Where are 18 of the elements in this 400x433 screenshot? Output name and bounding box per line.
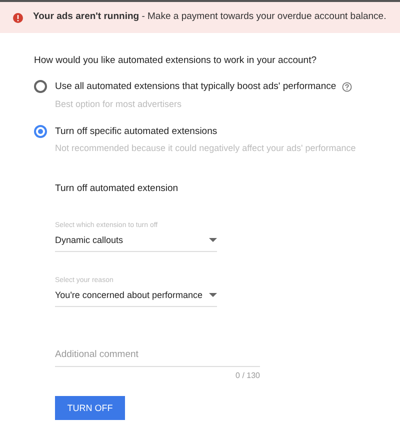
radio-button[interactable]	[34, 125, 47, 138]
turn-off-button[interactable]: TURN OFF	[55, 396, 125, 420]
help-icon[interactable]	[342, 82, 352, 92]
radio-button[interactable]	[34, 80, 47, 94]
character-counter: 0 / 130	[236, 370, 260, 382]
option-hint: Not recommended because it could negatively affect your ads' performance	[55, 142, 356, 156]
select-field[interactable]: You're concerned about performance	[55, 286, 217, 307]
option-label: Use all automated extensions that typically boost ads' performance	[55, 80, 336, 94]
dropdown-caret-icon	[209, 293, 217, 298]
alert-text: Your ads aren't running - Make a payment towards your overdue account balance.	[33, 10, 386, 24]
error-icon	[13, 12, 23, 22]
question-text: How would you like automated extensions to work in your account?	[34, 54, 318, 68]
select-field[interactable]: Dynamic callouts	[55, 232, 217, 252]
section-title: Turn off automated extension	[55, 182, 180, 196]
dropdown-caret-icon	[209, 238, 217, 242]
comment-field[interactable]: Additional comment	[55, 348, 260, 368]
option-hint: Best option for most advertisers	[55, 98, 183, 111]
option-label: Turn off specific automated extensions	[55, 125, 218, 139]
